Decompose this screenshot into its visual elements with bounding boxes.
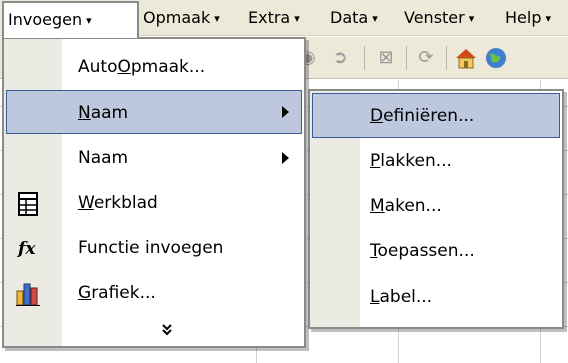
submenu-item-label[interactable]: Label... xyxy=(312,275,560,320)
menu-help[interactable]: Help ▾ xyxy=(505,0,551,36)
menu-item-label: Werkblad xyxy=(78,193,158,213)
menu-item-label: Grafiek... xyxy=(78,283,156,303)
menu-item-autoopmaak[interactable]: AutoOpmaak... xyxy=(6,45,302,89)
menu-data[interactable]: Data ▾ xyxy=(330,0,378,36)
home-icon[interactable] xyxy=(454,46,478,70)
globe-icon[interactable] xyxy=(484,46,508,70)
naam-submenu: Definiëren... Plakken... Maken... Toepas… xyxy=(308,89,564,329)
menu-item-naam-highlighted[interactable]: Naam xyxy=(6,90,302,134)
chevron-down-icon: ▾ xyxy=(545,12,552,25)
submenu-item-plakken[interactable]: Plakken... xyxy=(312,139,560,184)
invoegen-dropdown: AutoOpmaak... Naam Naam Werkblad fx Func… xyxy=(2,37,306,348)
menu-item-functie-invoegen[interactable]: fx Functie invoegen xyxy=(6,226,302,270)
chevron-down-icon: ▾ xyxy=(372,12,378,25)
expand-menu-icon[interactable] xyxy=(152,319,182,341)
menu-item-label: Naam xyxy=(78,148,129,168)
submenu-item-definieren[interactable]: Definiëren... xyxy=(312,93,560,138)
stop-icon[interactable]: ⊠ xyxy=(374,46,398,70)
menu-item-label: Label... xyxy=(370,287,433,307)
menu-item-label: Toepassen... xyxy=(370,241,475,261)
menu-item-werkblad[interactable]: Werkblad xyxy=(6,181,302,225)
forward-icon[interactable]: ➲ xyxy=(328,46,352,70)
menu-venster[interactable]: Venster ▾ xyxy=(404,0,474,36)
chevron-down-icon: ▾ xyxy=(468,12,475,25)
submenu-item-toepassen[interactable]: Toepassen... xyxy=(312,229,560,274)
menu-item-grafiek[interactable]: Grafiek... xyxy=(6,271,302,315)
menu-extra[interactable]: Extra ▾ xyxy=(248,0,300,36)
menu-item-label: Naam xyxy=(78,103,129,123)
menu-help-label: Help xyxy=(505,8,542,27)
menu-item-label: Functie invoegen xyxy=(78,238,224,258)
submenu-arrow-icon xyxy=(282,106,289,118)
menu-extra-label: Extra xyxy=(248,8,291,27)
menu-opmaak-label: Opmaak xyxy=(143,8,211,27)
chevron-down-icon: ▾ xyxy=(214,12,220,25)
toolbar-separator xyxy=(406,46,407,70)
menu-venster-label: Venster xyxy=(404,8,465,27)
submenu-arrow-icon xyxy=(282,152,289,164)
toolbar-separator xyxy=(446,46,447,70)
menu-opmaak[interactable]: Opmaak ▾ xyxy=(143,0,220,36)
chart-icon xyxy=(14,280,42,308)
worksheet-icon xyxy=(14,190,42,218)
refresh-icon[interactable]: ⟳ xyxy=(414,46,438,70)
menu-item-label: Maken... xyxy=(370,196,442,216)
function-icon: fx xyxy=(18,239,36,259)
chevron-down-icon: ▾ xyxy=(86,14,92,27)
menu-item-label: Plakken... xyxy=(370,151,452,171)
chevron-down-icon: ▾ xyxy=(294,12,300,25)
submenu-item-maken[interactable]: Maken... xyxy=(312,184,560,229)
menu-item-label: AutoOpmaak... xyxy=(78,57,206,77)
menu-item-label: Definiëren... xyxy=(370,106,475,126)
menu-bar: Invoegen ▾ Opmaak ▾ Extra ▾ Data ▾ Venster ▾ … xyxy=(0,0,568,38)
menu-item-naam[interactable]: Naam xyxy=(6,136,302,180)
toolbar-separator xyxy=(364,46,365,70)
menu-invoegen[interactable]: Invoegen ▾ xyxy=(2,1,139,38)
menu-invoegen-label: Invoegen xyxy=(8,10,83,29)
menu-data-label: Data xyxy=(330,8,369,27)
